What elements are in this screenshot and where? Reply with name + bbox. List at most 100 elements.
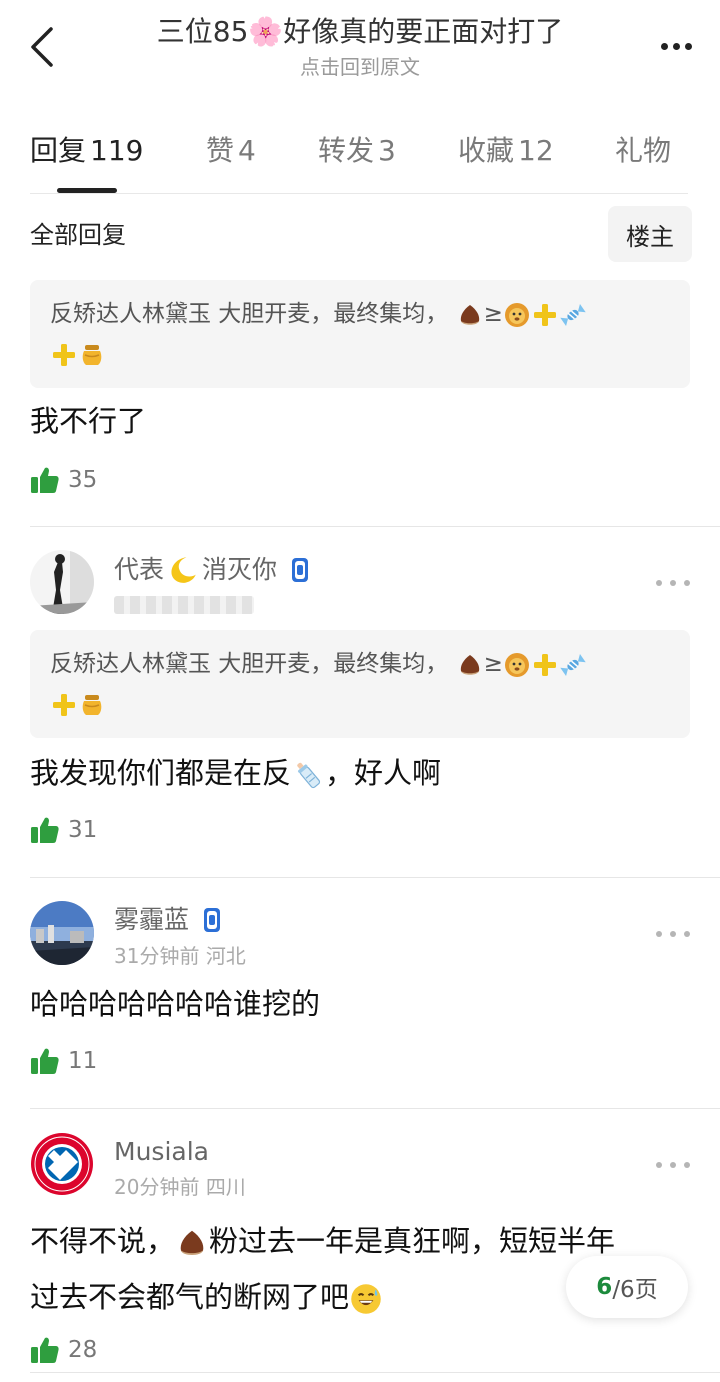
more-dot-icon (670, 931, 676, 937)
post-title[interactable]: 三位85🌸好像真的要正面对打了 (110, 12, 610, 52)
divider (30, 1372, 720, 1373)
chestnut-icon (457, 652, 483, 678)
plus-icon (532, 652, 558, 678)
avatar-image (30, 901, 94, 965)
tab-bar: 回复 119 赞4 转发 3 收藏 12 礼物 (30, 126, 690, 194)
quote-text: 反矫达人林黛玉 大胆开麦，最终集均， (50, 651, 449, 677)
tab-gifts[interactable]: 礼物 (615, 126, 671, 176)
reply-text-part: 我发现你们都是在反 (30, 756, 292, 790)
username-text: 雾霾蓝 (114, 905, 190, 934)
all-replies-label: 全部回复 (30, 221, 126, 249)
quoted-comment[interactable]: 反矫达人林黛玉 大胆开麦，最终集均， ≥ (30, 280, 690, 388)
reply-more-button[interactable] (656, 573, 690, 593)
quote-text: 反矫达人林黛玉 大胆开麦，最终集均， (50, 301, 449, 327)
lion-icon (504, 652, 530, 678)
reply-text-part: ，好人啊 (325, 756, 442, 790)
page-indicator[interactable]: 6/6页 (566, 1256, 688, 1318)
plus-icon (51, 342, 77, 368)
total-pages: /6页 (612, 1277, 658, 1303)
plus-icon (51, 692, 77, 718)
more-dot-icon (660, 42, 668, 50)
chestnut-icon (457, 302, 483, 328)
username-text: 消灭你 (202, 555, 278, 584)
op-only-button[interactable]: 楼主 (608, 206, 692, 262)
current-page: 6 (596, 1274, 613, 1300)
thumbs-up-icon (31, 467, 59, 493)
username[interactable]: 雾霾蓝 (114, 902, 222, 938)
reply-text: 我发现你们都是在反 ，好人啊 (30, 750, 690, 796)
member-badge-icon (292, 558, 309, 582)
username[interactable]: Musiala (114, 1134, 209, 1170)
thumbs-up-icon (31, 1048, 59, 1074)
tab-count: 4 (238, 134, 256, 167)
reply-more-button[interactable] (656, 1155, 690, 1175)
like-button[interactable]: 11 (30, 1043, 97, 1079)
divider (30, 877, 720, 878)
baby-bottle-icon (292, 759, 324, 791)
chestnut-icon (176, 1227, 208, 1259)
reply-text: 哈哈哈哈哈哈哈谁挖的 (30, 987, 321, 1021)
candy-icon (560, 652, 586, 678)
meta-blurred (114, 596, 254, 614)
thumbs-up-icon (31, 817, 59, 843)
avatar[interactable] (30, 1132, 94, 1196)
top-bar: 三位85🌸好像真的要正面对打了 点击回到原文 (0, 0, 720, 100)
tab-count: 3 (378, 134, 396, 167)
quote-symbol: ≥ (483, 651, 503, 677)
like-count: 31 (68, 817, 98, 843)
avatar[interactable] (30, 550, 94, 614)
like-count: 35 (68, 467, 98, 493)
tab-replies[interactable]: 回复 119 (30, 126, 143, 176)
more-dot-icon (656, 1162, 662, 1168)
honey-pot-icon (79, 692, 105, 718)
bayern-logo-icon (31, 1133, 93, 1195)
tab-label: 赞 (206, 134, 235, 167)
like-button[interactable]: 35 (30, 462, 97, 498)
tab-label: 收藏 (458, 134, 515, 167)
more-dot-icon (672, 42, 680, 50)
more-options-button[interactable] (652, 28, 700, 64)
tab-label: 转发 (318, 134, 375, 167)
tab-count: 119 (90, 134, 144, 167)
tab-label: 礼物 (615, 134, 672, 167)
quoted-comment[interactable]: 反矫达人林黛玉 大胆开麦，最终集均， ≥ (30, 630, 690, 738)
reply-time: 31分钟前 (114, 944, 200, 968)
reply-meta: 20分钟前 四川 (114, 1173, 246, 1201)
like-button[interactable]: 28 (30, 1332, 97, 1368)
lion-icon (504, 302, 530, 328)
username[interactable]: 代表 消灭你 (114, 552, 310, 588)
like-count: 11 (68, 1048, 98, 1074)
quote-symbol: ≥ (483, 301, 503, 327)
back-button[interactable] (22, 22, 62, 72)
divider (30, 526, 720, 527)
more-dot-icon (684, 580, 690, 586)
reply-text-part: 不得不说， (30, 1224, 176, 1258)
plus-icon (532, 302, 558, 328)
avatar[interactable] (30, 901, 94, 965)
tab-label: 回复 (30, 134, 87, 167)
divider (30, 1108, 720, 1109)
crescent-moon-icon (168, 555, 198, 585)
reply-more-button[interactable] (656, 924, 690, 944)
username-text: 代表 (114, 555, 165, 584)
reply-text-part: 粉过去一年是真狂啊，短短半年 (209, 1224, 616, 1258)
thumbs-up-icon (31, 1337, 59, 1363)
reply-text-part: 过去不会都气的断网了吧 (30, 1280, 350, 1314)
more-dot-icon (656, 580, 662, 586)
tab-favorites[interactable]: 收藏 12 (458, 126, 554, 176)
like-button[interactable]: 31 (30, 812, 97, 848)
reply-location: 四川 (205, 1175, 246, 1199)
more-dot-icon (684, 1162, 690, 1168)
member-badge-icon (204, 908, 221, 932)
tab-count: 12 (518, 134, 554, 167)
sweat-smile-icon (350, 1283, 382, 1315)
honey-pot-icon (79, 342, 105, 368)
reply-time: 20分钟前 (114, 1175, 200, 1199)
tab-likes[interactable]: 赞4 (206, 126, 256, 176)
tab-reposts[interactable]: 转发 3 (318, 126, 396, 176)
more-dot-icon (684, 931, 690, 937)
back-to-post-link[interactable]: 点击回到原文 (110, 53, 610, 81)
reply-location: 河北 (205, 944, 246, 968)
chevron-left-icon (31, 27, 53, 67)
more-dot-icon (670, 1162, 676, 1168)
